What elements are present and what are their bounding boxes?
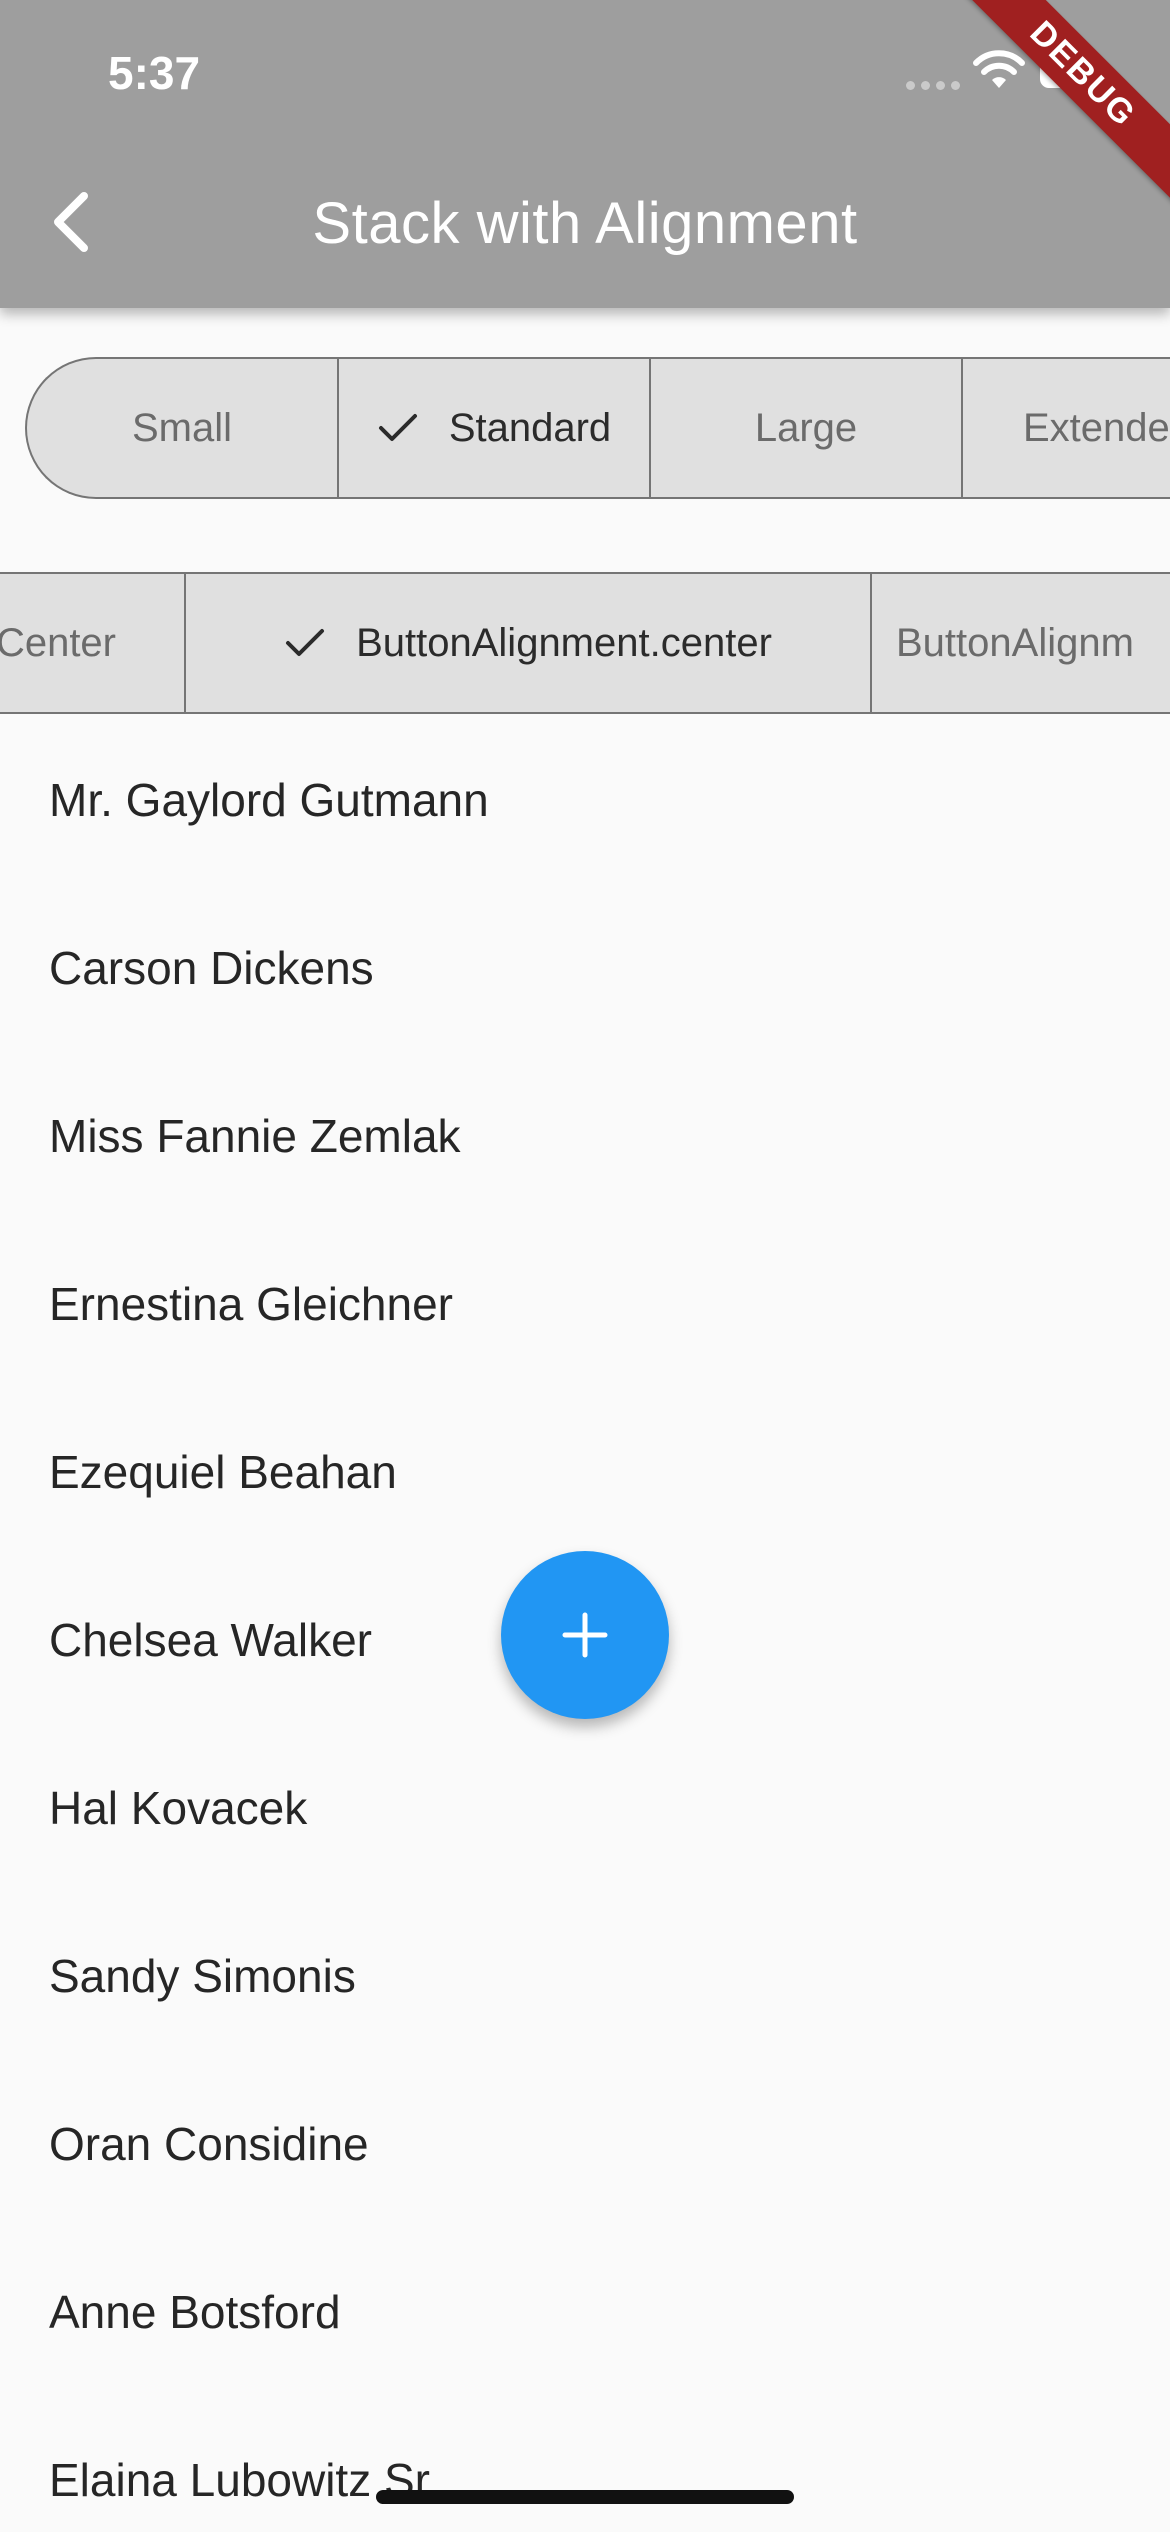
size-option-label: Extende xyxy=(1023,405,1170,450)
list-item[interactable]: Ezequiel Beahan xyxy=(0,1388,1170,1556)
list-item[interactable]: Elaina Lubowitz Sr. xyxy=(0,2396,1170,2532)
list-item[interactable]: Hal Kovacek xyxy=(0,1724,1170,1892)
add-fab-button[interactable] xyxy=(501,1551,669,1719)
list-item[interactable]: Anne Botsford xyxy=(0,2228,1170,2396)
alignment-option-label: ButtonAlignment.center xyxy=(356,620,772,665)
alignment-option-label: ButtonAlignm xyxy=(896,620,1134,665)
home-indicator[interactable] xyxy=(376,2490,794,2504)
alignment-option-label: Center xyxy=(0,620,116,665)
alignment-option-next[interactable]: ButtonAlignm xyxy=(872,574,1170,712)
wifi-icon xyxy=(973,50,1025,88)
checkmark-icon xyxy=(286,629,325,656)
size-option-label: Standard xyxy=(448,405,612,450)
plus-icon xyxy=(562,1612,608,1658)
size-option-extended[interactable]: Extende xyxy=(963,359,1170,497)
size-segmented-control: Small Standard Large Extende xyxy=(25,357,1170,499)
list-item[interactable]: Oran Considine xyxy=(0,2060,1170,2228)
size-option-label: Small xyxy=(131,405,233,450)
size-option-small[interactable]: Small xyxy=(27,359,339,497)
list-item[interactable]: Carson Dickens xyxy=(0,884,1170,1052)
alignment-option-button-center[interactable]: ButtonAlignment.center xyxy=(186,574,872,712)
status-time: 5:37 xyxy=(108,47,201,99)
screen: 5:37 Stack with Alignment DEBUG Small St… xyxy=(0,0,1170,2532)
checkmark-icon xyxy=(378,414,417,441)
list-item[interactable]: Mr. Gaylord Gutmann xyxy=(0,716,1170,884)
size-option-large[interactable]: Large xyxy=(651,359,963,497)
size-option-standard[interactable]: Standard xyxy=(339,359,651,497)
list-item[interactable]: Ernestina Gleichner xyxy=(0,1220,1170,1388)
alignment-option-center[interactable]: Center xyxy=(0,574,186,712)
app-bar: 5:37 Stack with Alignment xyxy=(0,0,1170,308)
list-item[interactable]: Sandy Simonis xyxy=(0,1892,1170,2060)
page-title: Stack with Alignment xyxy=(312,191,858,256)
alignment-segmented-control: Center ButtonAlignment.center ButtonAlig… xyxy=(0,572,1170,714)
list-item[interactable]: Miss Fannie Zemlak xyxy=(0,1052,1170,1220)
size-option-label: Large xyxy=(754,405,858,450)
cellular-signal-icon xyxy=(906,80,960,90)
